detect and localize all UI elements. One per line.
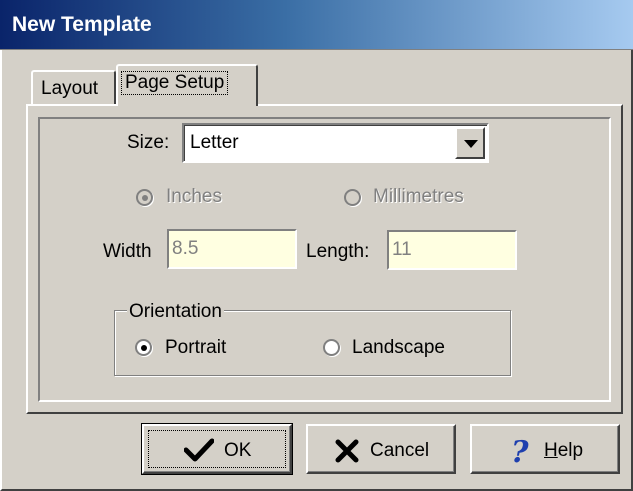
- cancel-button[interactable]: Cancel: [306, 424, 456, 474]
- length-value: 11: [392, 239, 412, 260]
- millimetres-label: Millimetres: [373, 186, 464, 207]
- title-bar[interactable]: New Template: [0, 0, 633, 50]
- ok-button[interactable]: OK: [141, 423, 293, 475]
- help-mnemonic: H: [544, 440, 558, 461]
- size-label: Size:: [127, 132, 170, 153]
- radio-dot-icon: [141, 194, 148, 201]
- tab-layout[interactable]: Layout: [31, 70, 116, 104]
- inches-radio[interactable]: [136, 189, 153, 206]
- orientation-legend: Orientation: [127, 301, 224, 323]
- help-button[interactable]: ? Help: [470, 424, 620, 474]
- length-field[interactable]: 11: [387, 230, 517, 270]
- width-label: Width: [103, 241, 152, 262]
- cancel-label: Cancel: [370, 440, 430, 461]
- tab-page-setup-label: Page Setup: [120, 71, 229, 95]
- focus-ring: [148, 430, 286, 468]
- size-dropdown-button[interactable]: [455, 127, 485, 159]
- question-mark-icon: ?: [511, 436, 529, 466]
- window-title: New Template: [12, 13, 152, 36]
- radio-dot-icon: [140, 344, 147, 351]
- portrait-radio[interactable]: [135, 339, 152, 356]
- size-select[interactable]: Letter: [182, 123, 489, 163]
- help-label-rest: elp: [557, 440, 584, 461]
- length-label: Length:: [306, 241, 370, 262]
- inches-label: Inches: [166, 186, 222, 207]
- width-value: 8.5: [172, 238, 199, 259]
- active-tab-joint: [118, 103, 256, 107]
- help-label: Help: [544, 440, 583, 462]
- width-field[interactable]: 8.5: [167, 229, 297, 269]
- svg-text:?: ?: [511, 436, 529, 466]
- chevron-down-icon: [464, 140, 478, 148]
- landscape-radio[interactable]: [323, 339, 340, 356]
- size-value: Letter: [190, 132, 239, 153]
- landscape-label: Landscape: [352, 337, 445, 358]
- tab-layout-label: Layout: [41, 78, 99, 99]
- millimetres-radio[interactable]: [344, 189, 361, 206]
- x-icon: [335, 439, 359, 463]
- portrait-label: Portrait: [165, 337, 227, 358]
- checkmark-icon: [184, 438, 214, 462]
- tab-page-setup[interactable]: Page Setup: [116, 64, 258, 106]
- ok-label: OK: [224, 440, 252, 461]
